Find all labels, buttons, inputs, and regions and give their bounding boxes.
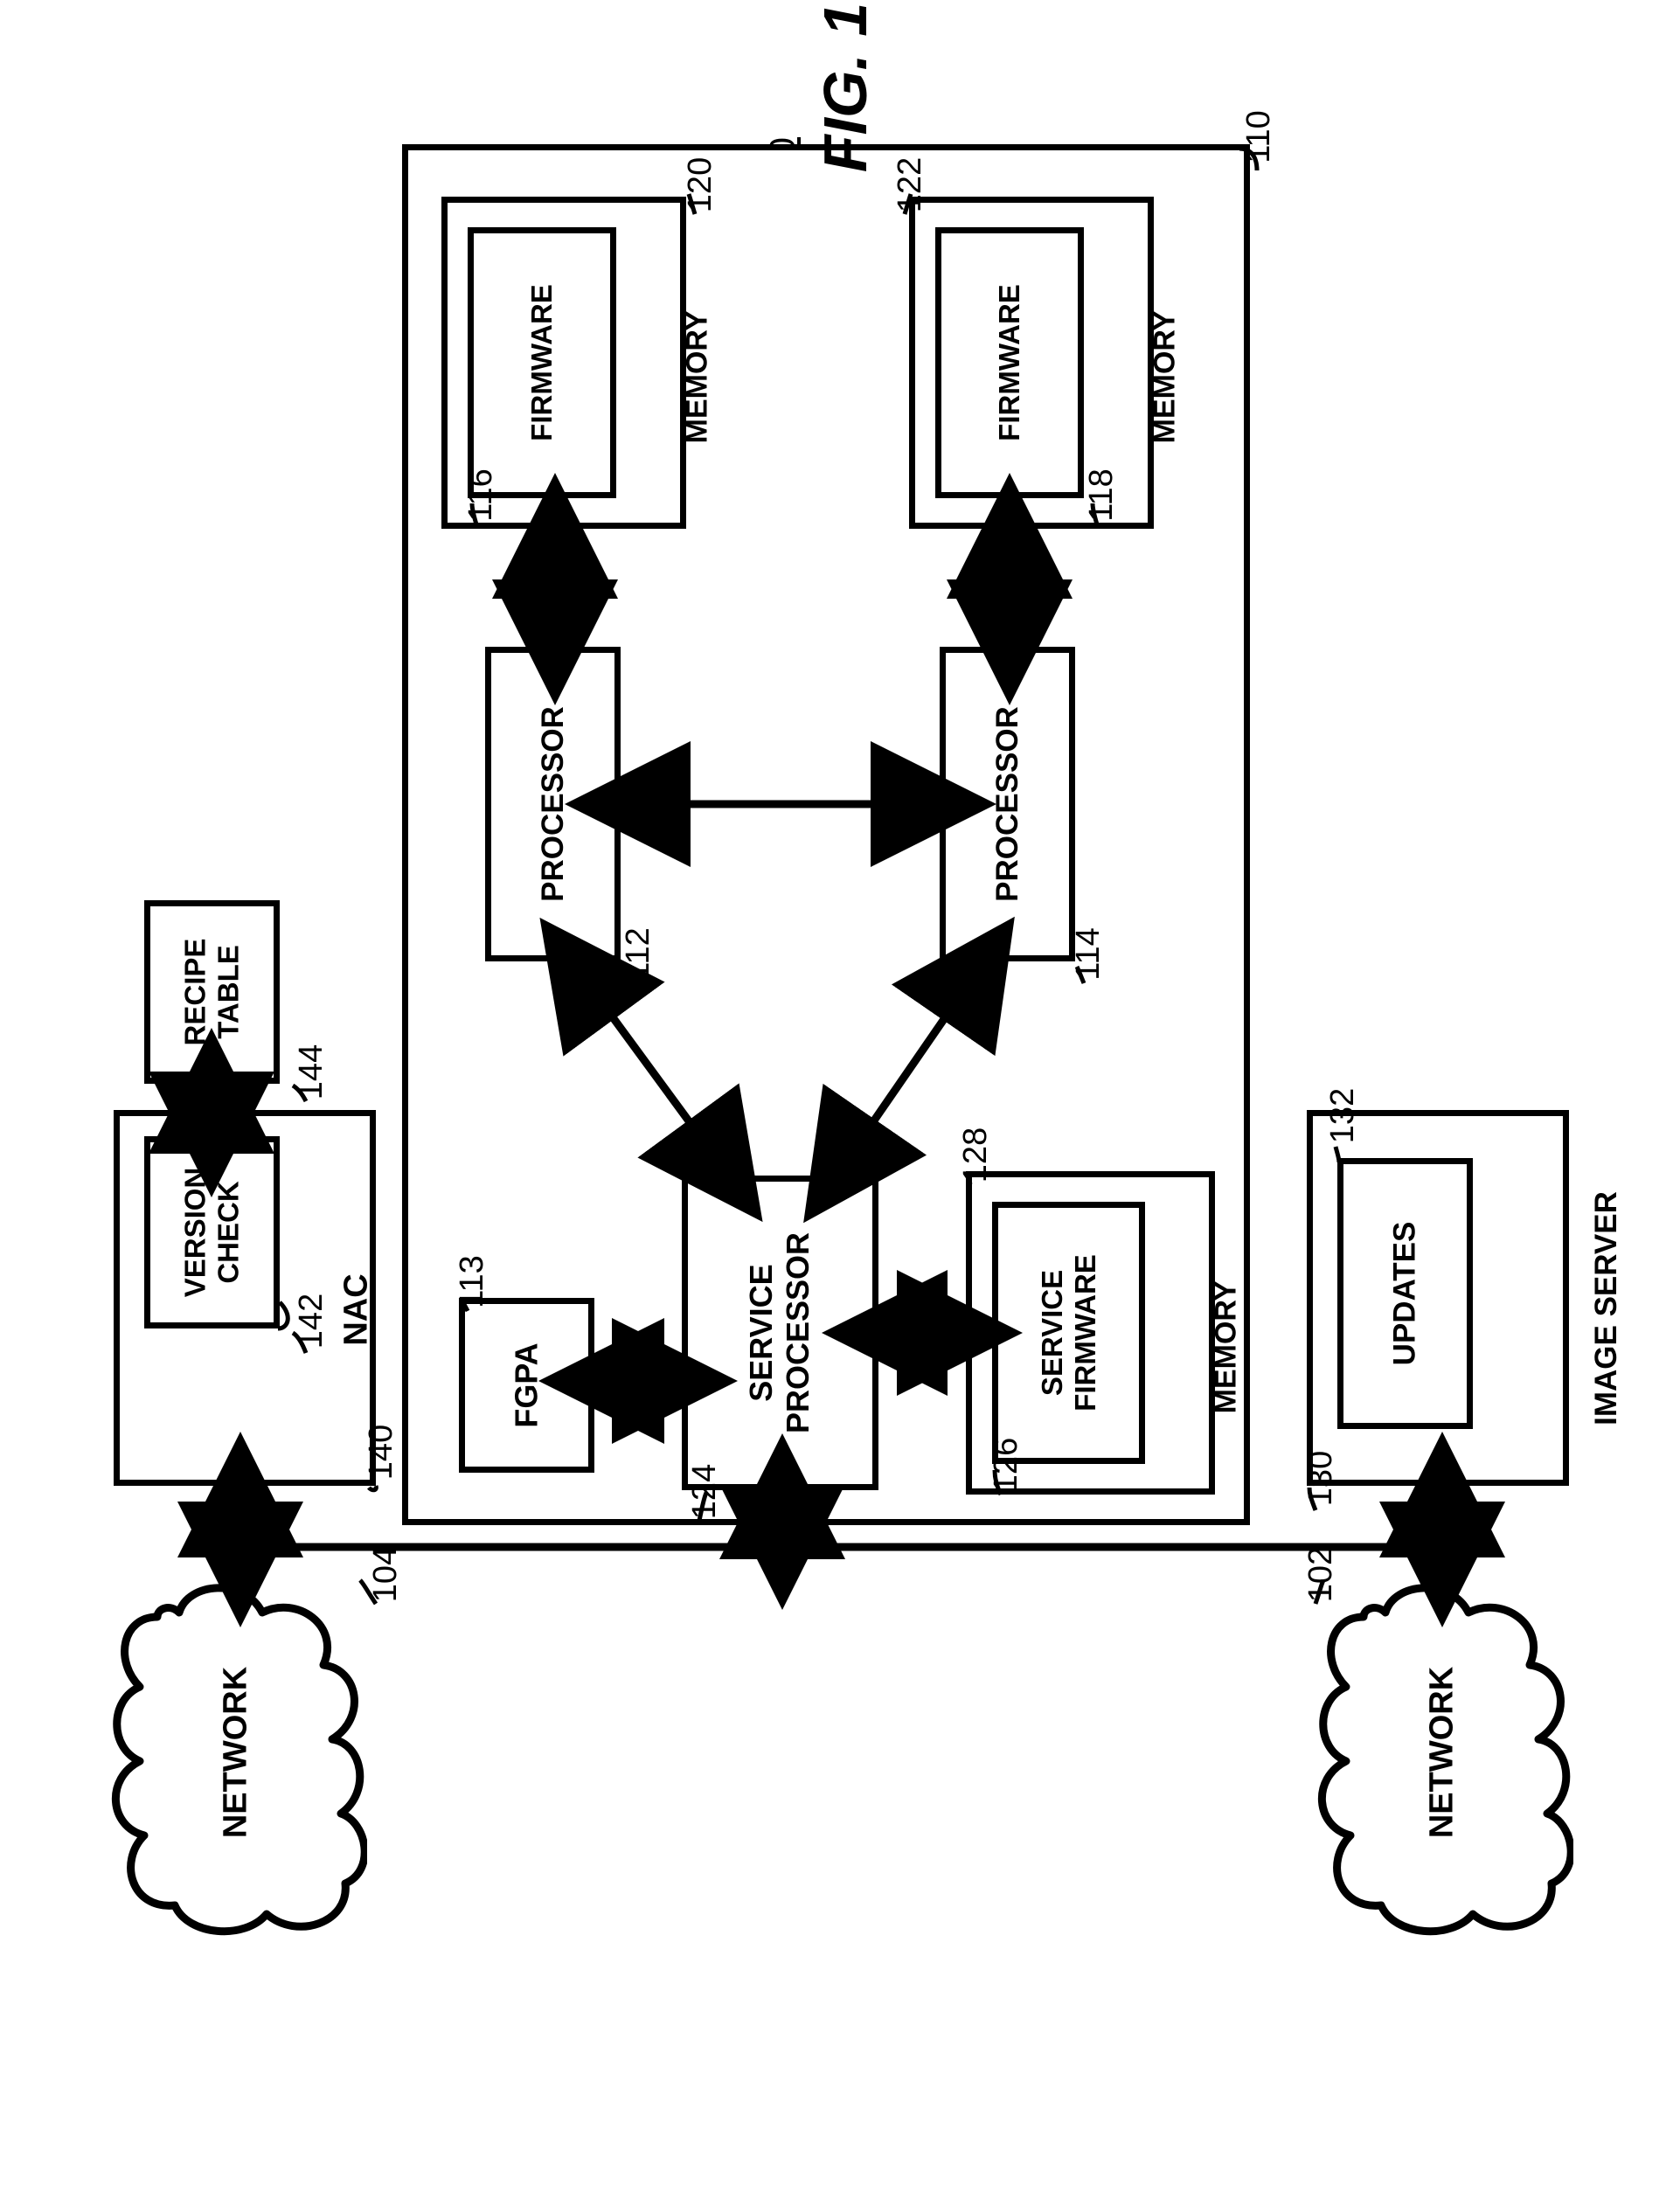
ref-114: 114 (1070, 927, 1107, 981)
ref-113: 113 (454, 1255, 491, 1308)
diagram-canvas: 100 NETWORK 104 NETWORK 102 NAC VERSION … (0, 0, 1680, 2199)
image-server-label: IMAGE SERVER (1589, 1191, 1624, 1426)
service-firmware-lbl: SERVICE FIRMWARE (1036, 1254, 1102, 1412)
memory-1-lbl: MEMORY (680, 311, 714, 444)
version-check-lbl: VERSION CHECK (179, 1168, 246, 1298)
cloud-right-label: NETWORK (1424, 1667, 1461, 1838)
processor-2-lbl: PROCESSOR (990, 706, 1025, 902)
firmware-1-lbl: FIRMWARE (525, 284, 559, 441)
ref-132: 132 (1324, 1088, 1362, 1143)
service-firmware-box: SERVICE FIRMWARE (992, 1202, 1145, 1464)
ref-102: 102 (1302, 1547, 1340, 1602)
version-check-box: VERSION CHECK (144, 1136, 280, 1328)
ref-116: 116 (462, 468, 500, 522)
processor-1-box: PROCESSOR (485, 647, 621, 961)
ref-130: 130 (1302, 1451, 1340, 1506)
ref-118: 118 (1083, 468, 1121, 522)
service-memory-lbl: MEMORY (1209, 1281, 1243, 1414)
ref-112: 112 (620, 927, 657, 981)
ref-128: 128 (957, 1127, 995, 1183)
cloud-network-left: NETWORK (105, 1564, 367, 1940)
processor-2-box: PROCESSOR (940, 647, 1075, 961)
updates-box: UPDATES (1337, 1158, 1473, 1429)
fpga-lbl: FGPA (509, 1342, 545, 1427)
ref-124: 124 (686, 1464, 724, 1519)
service-processor-box: SERVICE PROCESSOR (682, 1176, 878, 1490)
ref-104: 104 (367, 1547, 405, 1602)
firmware-2-box: FIRMWARE (935, 227, 1084, 498)
ref-110: 110 (1240, 110, 1278, 163)
ref-144: 144 (293, 1044, 330, 1100)
recipe-table-lbl: RECIPE TABLE (179, 939, 246, 1046)
recipe-table-box: RECIPE TABLE (144, 900, 280, 1084)
service-processor-lbl: SERVICE PROCESSOR (744, 1232, 817, 1433)
firmware-1-box: FIRMWARE (468, 227, 616, 498)
ref-120: 120 (682, 157, 719, 212)
updates-lbl: UPDATES (1388, 1222, 1423, 1366)
cloud-network-right: NETWORK (1311, 1564, 1573, 1940)
ref-126: 126 (988, 1438, 1025, 1493)
firmware-2-lbl: FIRMWARE (993, 284, 1026, 441)
ref-142: 142 (293, 1294, 330, 1349)
nac-label: NAC (338, 1273, 376, 1345)
ref-140: 140 (363, 1425, 400, 1480)
cloud-left-label: NETWORK (218, 1667, 255, 1838)
figure-label: FIG. 1 (810, 3, 880, 172)
memory-2-lbl: MEMORY (1148, 311, 1182, 444)
fpga-box: FGPA (459, 1298, 594, 1473)
processor-1-lbl: PROCESSOR (536, 706, 571, 902)
ref-122: 122 (892, 157, 929, 212)
